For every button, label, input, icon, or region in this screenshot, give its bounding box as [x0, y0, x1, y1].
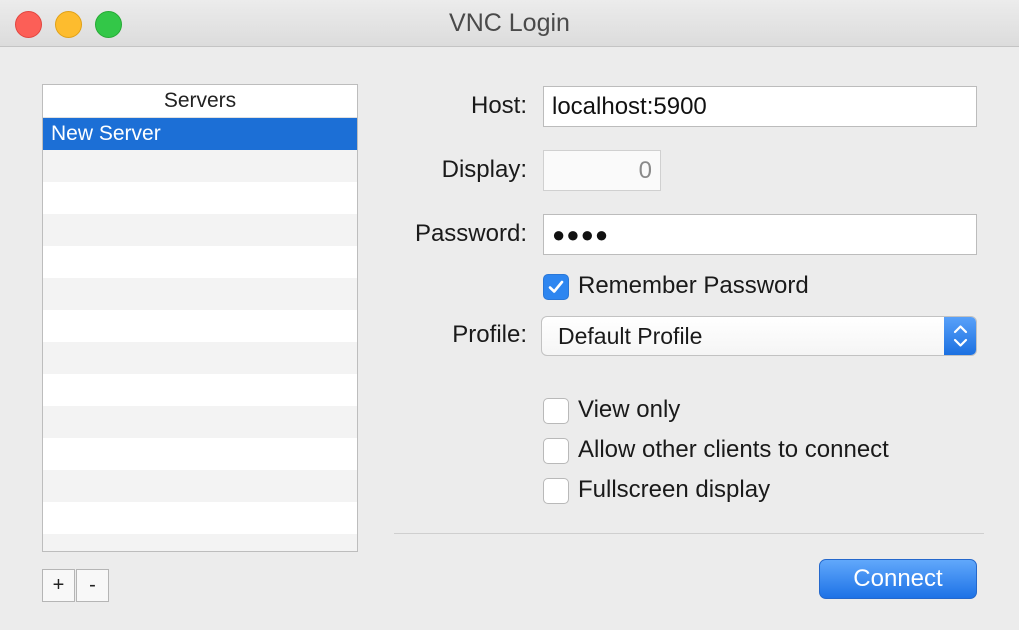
- title-bar[interactable]: VNC Login: [0, 0, 1019, 47]
- profile-select[interactable]: Default Profile: [541, 316, 977, 356]
- host-label: Host:: [470, 92, 527, 119]
- display-label: Display:: [441, 156, 527, 183]
- remember-password-label[interactable]: Remember Password: [578, 272, 809, 300]
- empty-list-row: [43, 310, 357, 342]
- empty-list-row: [43, 374, 357, 406]
- server-list[interactable]: Servers New Server: [42, 84, 358, 552]
- empty-list-row: [43, 246, 357, 278]
- display-input[interactable]: 0: [543, 150, 661, 191]
- fullscreen-display-label[interactable]: Fullscreen display: [578, 476, 770, 504]
- remember-password-checkbox[interactable]: [543, 274, 569, 300]
- select-stepper[interactable]: [944, 317, 976, 355]
- view-only-label[interactable]: View only: [578, 396, 680, 424]
- empty-list-row: [43, 534, 357, 551]
- profile-select-value: Default Profile: [558, 323, 703, 349]
- empty-list-row: [43, 342, 357, 374]
- chevron-up-down-icon: [953, 325, 968, 347]
- profile-label: Profile:: [452, 321, 527, 348]
- fullscreen-display-checkbox[interactable]: [543, 478, 569, 504]
- divider: [394, 533, 984, 534]
- empty-list-row: [43, 502, 357, 534]
- empty-list-row: [43, 470, 357, 502]
- empty-list-row: [43, 150, 357, 182]
- server-list-item[interactable]: New Server: [43, 118, 357, 150]
- allow-other-clients-checkbox[interactable]: [543, 438, 569, 464]
- password-input[interactable]: ●●●●: [543, 214, 977, 255]
- server-list-header: Servers: [43, 85, 357, 118]
- allow-other-clients-label[interactable]: Allow other clients to connect: [578, 436, 889, 464]
- add-server-button[interactable]: +: [42, 569, 75, 602]
- empty-list-row: [43, 406, 357, 438]
- window-title: VNC Login: [449, 9, 570, 37]
- empty-list-row: [43, 438, 357, 470]
- host-input[interactable]: localhost:5900: [543, 86, 977, 127]
- checkmark-icon: [548, 280, 564, 293]
- empty-list-row: [43, 182, 357, 214]
- empty-list-row: [43, 214, 357, 246]
- empty-list-row: [43, 278, 357, 310]
- view-only-checkbox[interactable]: [543, 398, 569, 424]
- vnc-login-window: VNC Login Servers New Server + - Host: l…: [0, 0, 1019, 630]
- password-label: Password:: [414, 220, 527, 247]
- connect-button[interactable]: Connect: [819, 559, 977, 599]
- remove-server-button[interactable]: -: [76, 569, 109, 602]
